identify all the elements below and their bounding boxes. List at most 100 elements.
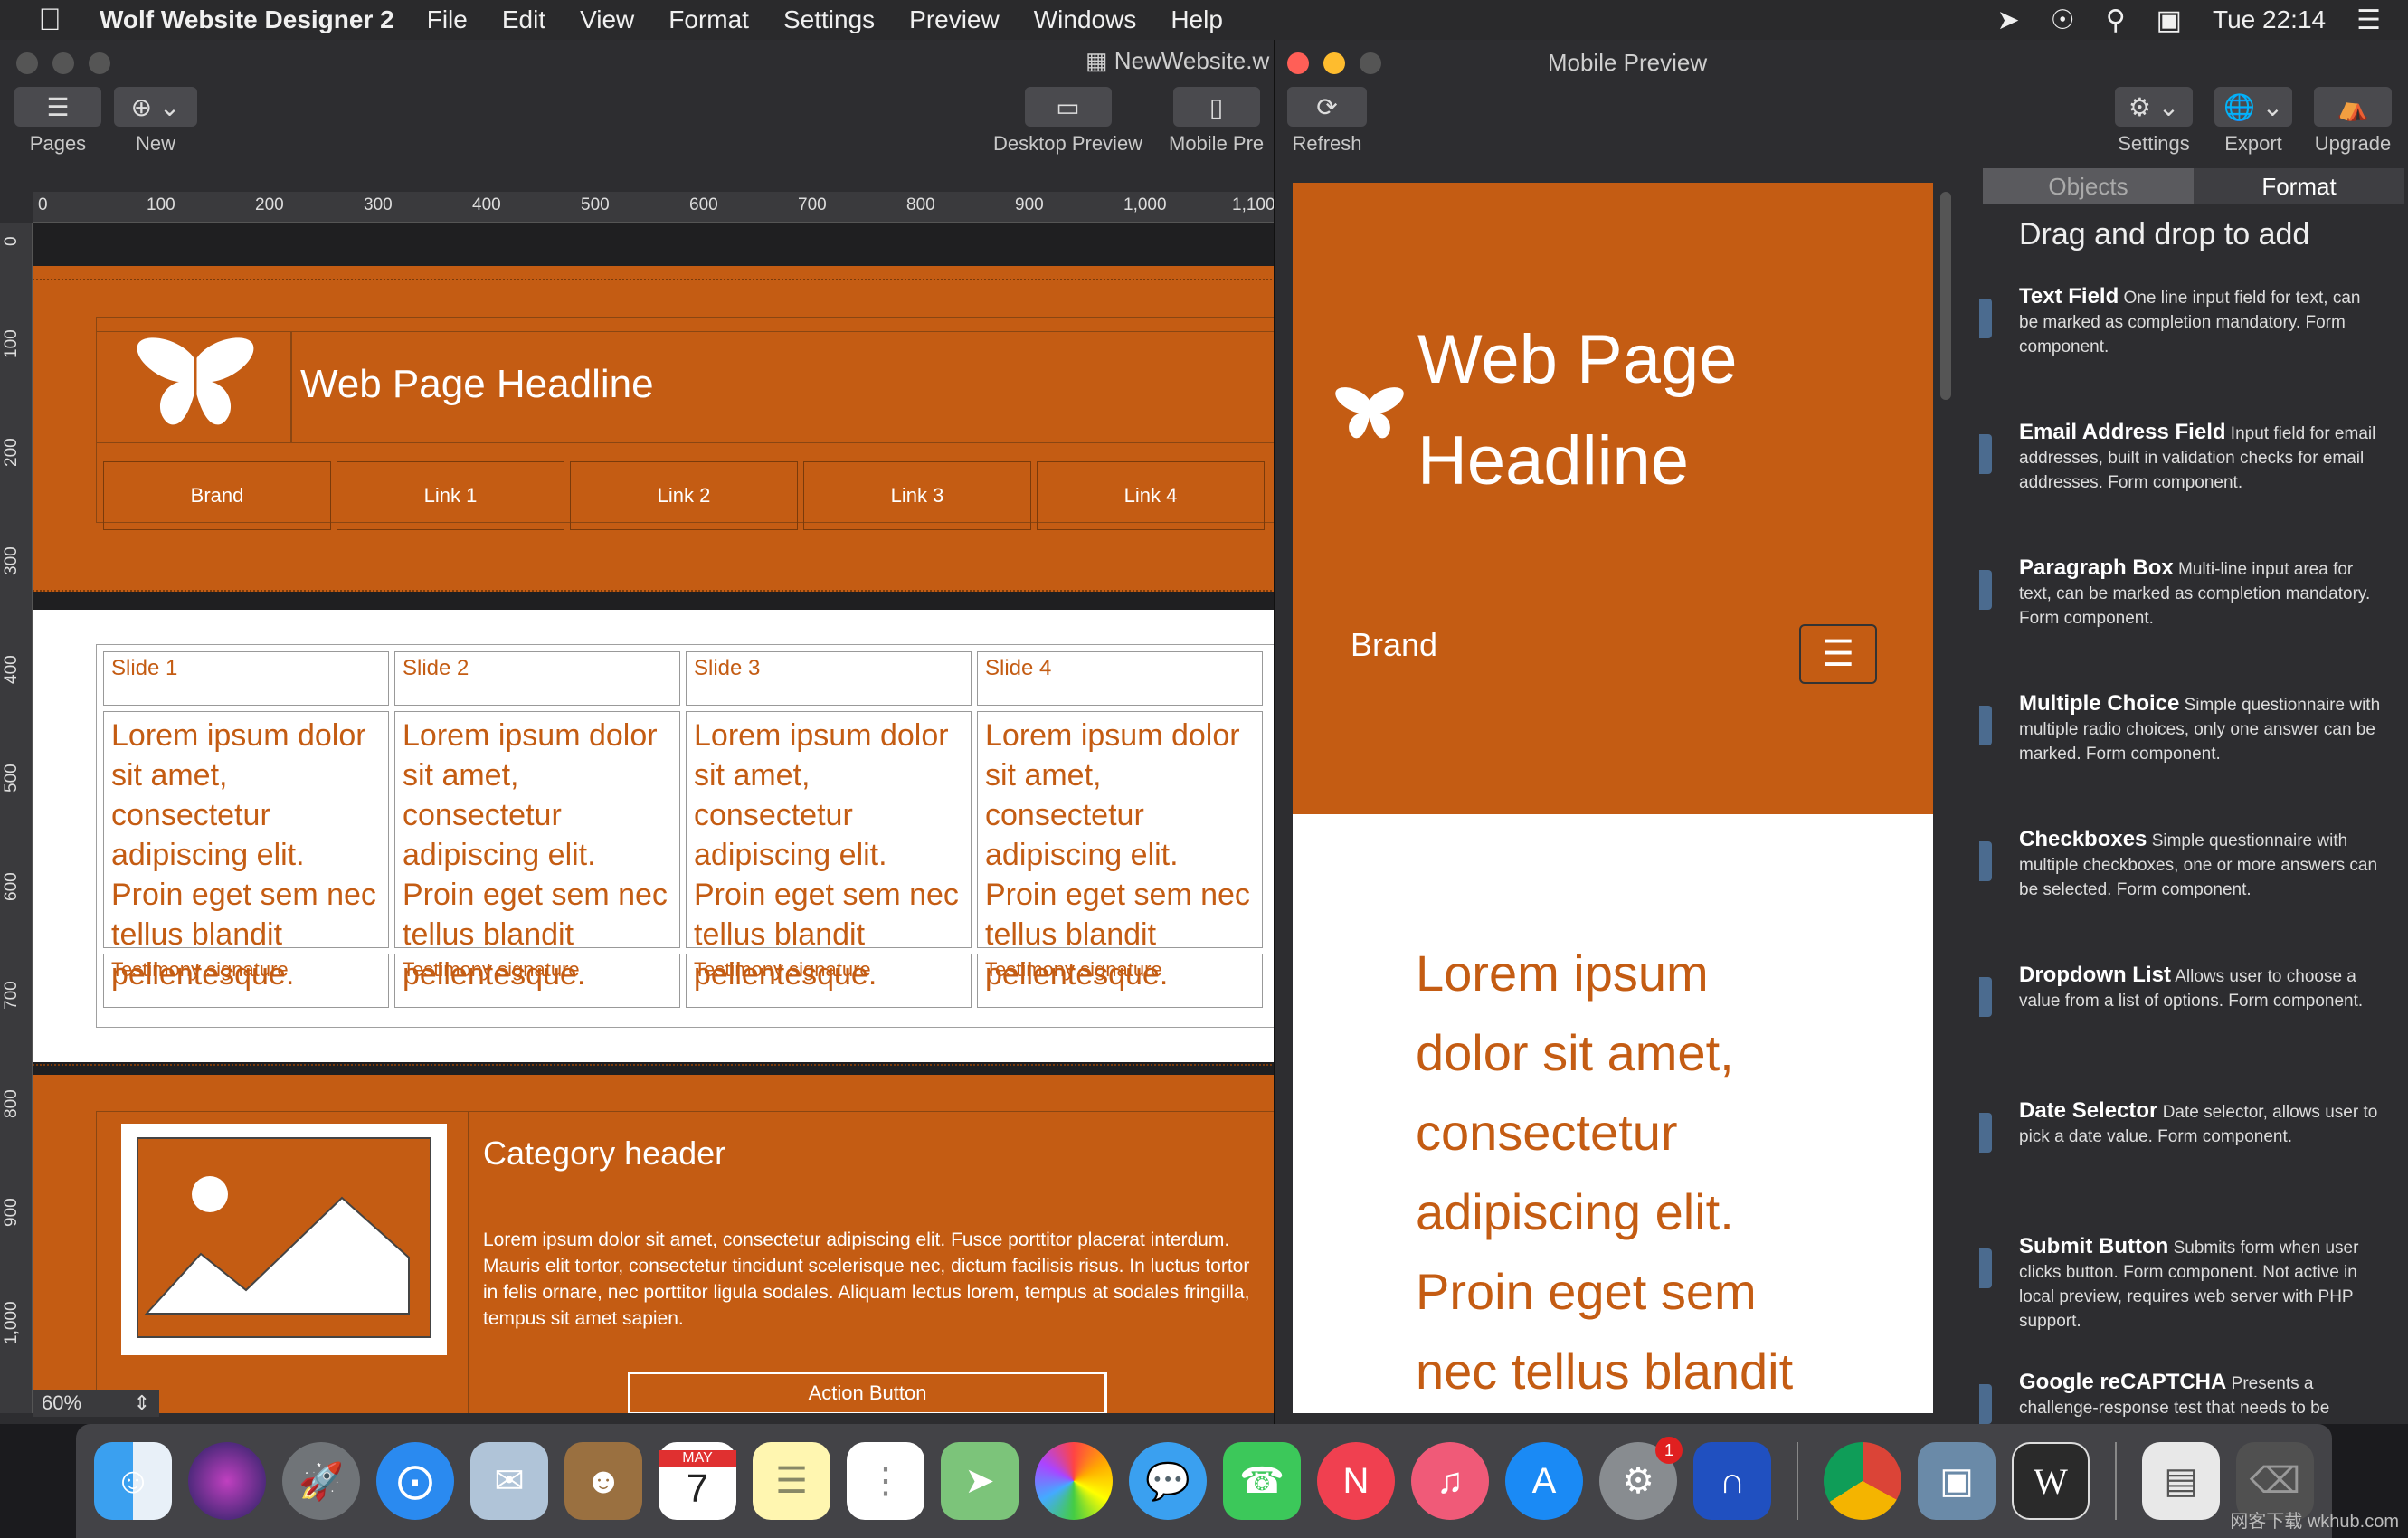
- menu-file[interactable]: File: [427, 5, 468, 34]
- menu-help[interactable]: Help: [1171, 5, 1223, 34]
- object-submit-button[interactable]: Submit Button Submits form when user cli…: [2019, 1234, 2381, 1334]
- notes-icon[interactable]: ☰: [753, 1442, 830, 1520]
- object-email-field[interactable]: Email Address Field Input field for emai…: [2019, 420, 2381, 495]
- drag-handle[interactable]: [1979, 1113, 1992, 1153]
- scrollbar[interactable]: [1940, 192, 1951, 400]
- pages-button[interactable]: ☰ Pages: [14, 87, 101, 156]
- category-header[interactable]: Category header: [483, 1135, 725, 1172]
- drag-handle[interactable]: [1979, 299, 1992, 338]
- object-paragraph-box[interactable]: Paragraph Box Multi-line input area for …: [2019, 555, 2381, 631]
- apple-icon[interactable]: : [0, 3, 100, 38]
- menu-preview[interactable]: Preview: [909, 5, 1000, 34]
- preview-icon[interactable]: ▣: [1918, 1442, 1996, 1520]
- finder-icon[interactable]: ☺: [94, 1442, 172, 1520]
- stepper-icon[interactable]: ⇕: [134, 1391, 150, 1415]
- slide-body[interactable]: Lorem ipsum dolor sit amet, consectetur …: [103, 711, 389, 992]
- launchpad-icon[interactable]: 🚀: [282, 1442, 360, 1520]
- magnet-icon[interactable]: ∩: [1693, 1442, 1771, 1520]
- cursor-icon[interactable]: ➤: [1997, 5, 2020, 36]
- slide-title[interactable]: Slide 4: [977, 651, 1263, 706]
- facetime-icon[interactable]: ☎: [1223, 1442, 1301, 1520]
- drag-handle[interactable]: [1979, 1384, 1992, 1424]
- mail-icon[interactable]: ✉: [470, 1442, 548, 1520]
- chrome-icon[interactable]: [1824, 1442, 1901, 1520]
- siri-icon[interactable]: [188, 1442, 266, 1520]
- drag-handle[interactable]: [1979, 434, 1992, 474]
- nav-link-2[interactable]: Link 2: [570, 461, 798, 530]
- drag-handle[interactable]: [1979, 570, 1992, 610]
- hamburger-menu-icon[interactable]: ☰: [1799, 624, 1877, 684]
- document-icon[interactable]: ▤: [2142, 1442, 2220, 1520]
- page-headline[interactable]: Web Page Headline: [300, 362, 654, 407]
- object-text-field[interactable]: Text Field One line input field for text…: [2019, 284, 2381, 359]
- circle-info-icon[interactable]: ☉: [2051, 5, 2075, 36]
- export-button[interactable]: 🌐 ⌄ Export: [2214, 87, 2292, 156]
- new-button[interactable]: ⊕ ⌄ New: [114, 87, 197, 156]
- desktop-preview-button[interactable]: ▭ Desktop Preview: [993, 87, 1142, 156]
- menu-settings[interactable]: Settings: [783, 5, 875, 34]
- slide-body[interactable]: Lorem ipsum dolor sit amet, consectetur …: [686, 711, 972, 992]
- nav-link-1[interactable]: Link 1: [337, 461, 564, 530]
- wolf-app-icon[interactable]: W: [2012, 1442, 2090, 1520]
- mobile-brand[interactable]: Brand: [1351, 626, 1437, 664]
- image-placeholder-icon[interactable]: [119, 1122, 449, 1357]
- zoom-icon[interactable]: [89, 52, 110, 74]
- menu-edit[interactable]: Edit: [502, 5, 545, 34]
- slide-body[interactable]: Lorem ipsum dolor sit amet, consectetur …: [977, 711, 1263, 992]
- butterfly-icon[interactable]: [132, 333, 259, 429]
- app-store-icon[interactable]: A: [1505, 1442, 1583, 1520]
- nav-brand[interactable]: Brand: [103, 461, 331, 530]
- panel-heading: Drag and drop to add: [2019, 217, 2310, 252]
- contacts-icon[interactable]: ☻: [564, 1442, 642, 1520]
- zoom-control[interactable]: 60% ⇕: [33, 1390, 159, 1417]
- photos-icon[interactable]: [1035, 1442, 1113, 1520]
- slide-title[interactable]: Slide 2: [394, 651, 680, 706]
- slide-body[interactable]: Lorem ipsum dolor sit amet, consectetur …: [394, 711, 680, 992]
- news-icon[interactable]: N: [1317, 1442, 1395, 1520]
- nav-link-4[interactable]: Link 4: [1037, 461, 1265, 530]
- mobile-page-preview[interactable]: Web Page Headline Brand ☰ Lorem ipsum do…: [1293, 183, 1933, 1413]
- upgrade-button[interactable]: ⛺ Upgrade: [2314, 87, 2392, 156]
- drag-handle[interactable]: [1979, 1248, 1992, 1288]
- minimize-icon[interactable]: [52, 52, 74, 74]
- drag-handle[interactable]: [1979, 841, 1992, 881]
- testimony-signature[interactable]: Testimony signature: [686, 954, 972, 1008]
- messages-icon[interactable]: 💬: [1129, 1442, 1207, 1520]
- tab-format[interactable]: Format: [2194, 168, 2404, 204]
- menu-windows[interactable]: Windows: [1034, 5, 1137, 34]
- category-paragraph[interactable]: Lorem ipsum dolor sit amet, consectetur …: [483, 1227, 1265, 1332]
- menu-view[interactable]: View: [580, 5, 634, 34]
- design-canvas[interactable]: Web Page Headline Brand Link 1 Link 2 Li…: [33, 223, 1275, 1413]
- slide-title[interactable]: Slide 3: [686, 651, 972, 706]
- system-preferences-icon[interactable]: ⚙ 1: [1599, 1437, 1683, 1520]
- drag-handle[interactable]: [1979, 706, 1992, 745]
- reminders-icon[interactable]: ⋮: [847, 1442, 924, 1520]
- clock[interactable]: Tue 22:14: [2213, 5, 2326, 34]
- search-icon[interactable]: ⚲: [2106, 5, 2126, 36]
- refresh-button[interactable]: ⟳ Refresh: [1287, 87, 1367, 156]
- tab-objects[interactable]: Objects: [1983, 168, 2194, 204]
- nav-link-3[interactable]: Link 3: [803, 461, 1031, 530]
- testimony-signature[interactable]: Testimony signature: [977, 954, 1263, 1008]
- slide-title[interactable]: Slide 1: [103, 651, 389, 706]
- object-date-selector[interactable]: Date Selector Date selector, allows user…: [2019, 1098, 2381, 1149]
- action-button[interactable]: Action Button: [628, 1372, 1107, 1413]
- settings-button[interactable]: ⚙ ⌄ Settings: [2115, 87, 2193, 156]
- testimony-signature[interactable]: Testimony signature: [394, 954, 680, 1008]
- app-name[interactable]: Wolf Website Designer 2: [100, 5, 394, 34]
- safari-icon[interactable]: ⨀: [376, 1442, 454, 1520]
- music-icon[interactable]: ♫: [1411, 1442, 1489, 1520]
- testimony-signature[interactable]: Testimony signature: [103, 954, 389, 1008]
- list-icon[interactable]: ☰: [2356, 5, 2381, 36]
- drag-handle[interactable]: [1979, 977, 1992, 1017]
- calendar-icon[interactable]: MAY 7: [659, 1442, 736, 1520]
- object-multiple-choice[interactable]: Multiple Choice Simple questionnaire wit…: [2019, 691, 2381, 766]
- display-icon[interactable]: ▣: [2157, 5, 2182, 36]
- object-dropdown-list[interactable]: Dropdown List Allows user to choose a va…: [2019, 963, 2381, 1013]
- maps-icon[interactable]: ➤: [941, 1442, 1019, 1520]
- close-icon[interactable]: [16, 52, 38, 74]
- object-recaptcha[interactable]: Google reCAPTCHA Presents a challenge-re…: [2019, 1370, 2381, 1422]
- object-checkboxes[interactable]: Checkboxes Simple questionnaire with mul…: [2019, 827, 2381, 902]
- menu-format[interactable]: Format: [668, 5, 749, 34]
- mobile-preview-button[interactable]: ▯ Mobile Pre: [1169, 87, 1264, 156]
